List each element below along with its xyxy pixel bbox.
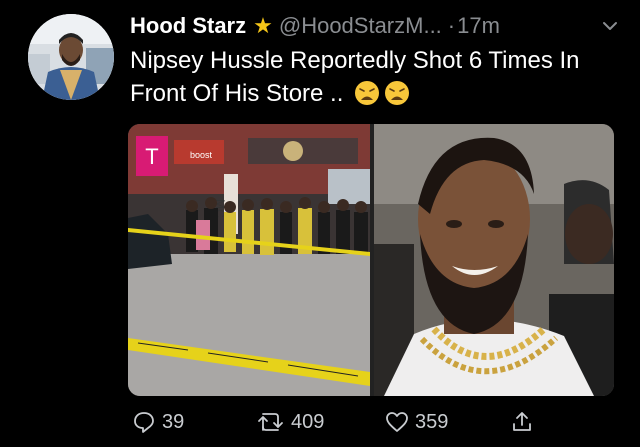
user-handle[interactable]: @HoodStarzM...: [279, 13, 442, 39]
weary-face-emoji-icon: [384, 80, 410, 106]
avatar[interactable]: [28, 14, 114, 100]
reply-icon: [134, 412, 154, 433]
share-icon: [513, 412, 531, 431]
heart-icon: [386, 412, 408, 432]
separator-dot: ·: [447, 13, 456, 38]
reply-button[interactable]: 39: [132, 410, 184, 434]
portrait-photo[interactable]: [374, 124, 614, 396]
retweet-button[interactable]: 409: [257, 410, 324, 434]
tweet-media[interactable]: T boost MC: [128, 124, 614, 396]
tweet-text: Nipsey Hussle Reportedly Shot 6 Times In…: [130, 44, 620, 110]
svg-text:T: T: [145, 144, 158, 169]
like-button[interactable]: 359: [385, 410, 448, 434]
display-name[interactable]: Hood Starz: [130, 13, 246, 39]
boost-sign: boost: [190, 150, 213, 160]
reply-count: 39: [162, 410, 185, 433]
share-button[interactable]: [510, 410, 540, 434]
tweet-actions: 39 409 359: [130, 406, 620, 438]
star-emoji-icon: ★: [253, 13, 273, 38]
like-count: 359: [415, 410, 449, 433]
crime-scene-photo[interactable]: T boost MC: [128, 124, 370, 396]
retweet-icon: [258, 413, 283, 431]
weary-face-emoji-icon: [354, 80, 380, 106]
chevron-down-icon[interactable]: [600, 16, 620, 36]
tweet-header: Hood Starz ★ @HoodStarzM... · 17m: [130, 10, 620, 42]
timestamp[interactable]: 17m: [457, 13, 500, 39]
retweet-count: 409: [291, 410, 325, 433]
